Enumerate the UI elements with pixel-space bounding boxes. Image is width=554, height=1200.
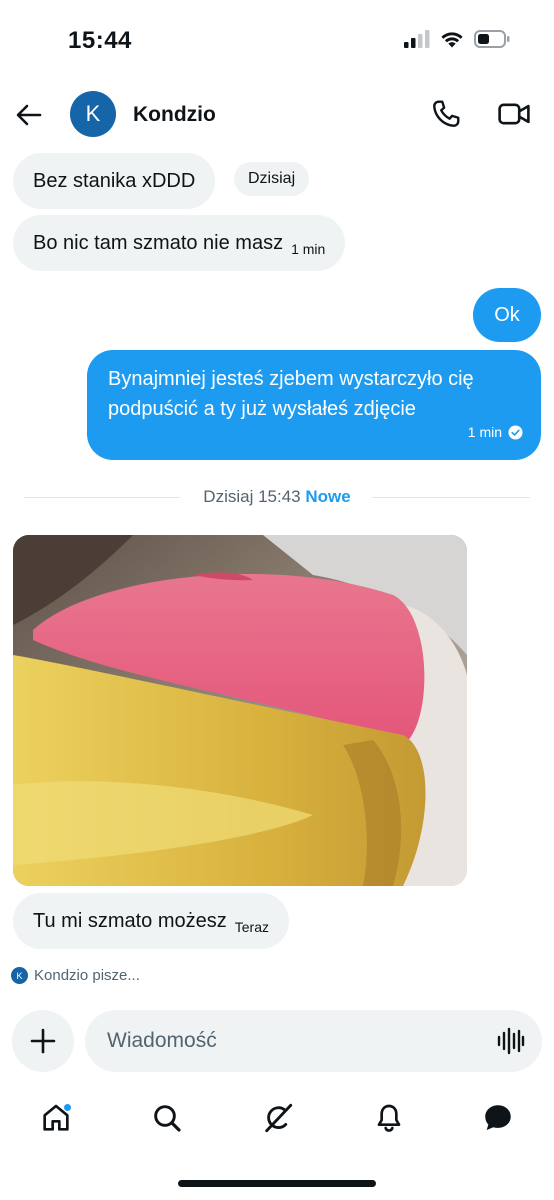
video-call-button[interactable] [497,98,531,130]
message-meta: 1 min [468,417,523,447]
message-text: Bez stanika xDDD [33,169,196,192]
read-receipt-icon [508,424,523,440]
message-time: Teraz [234,919,269,935]
incoming-message[interactable]: Tu mi szmato możesz Teraz [13,893,289,949]
typing-text: Kondzio pisze... [34,967,140,984]
message-text-line: podpuścić a ty już wysłałeś zdjęcie [108,398,416,420]
divider-new-label: Nowe [305,487,351,506]
photo-image [13,535,467,886]
home-notification-dot [63,1103,72,1112]
divider-date: Dzisiaj 15:43 [203,487,301,506]
search-icon [154,1105,181,1132]
message-input[interactable] [85,1010,542,1072]
arrow-left-icon [16,104,42,126]
wifi-icon [441,32,463,48]
status-bar: 15:44 [0,0,554,80]
message-time: 1 min [467,424,502,440]
tab-search[interactable] [149,1100,185,1136]
incoming-message[interactable]: Bo nic tam szmato nie masz 1 min [13,215,346,271]
audio-waveform-icon [497,1027,525,1055]
contact-name[interactable]: Kondzio [133,103,216,127]
date-badge: Dzisiaj [234,162,310,196]
conversation-header: K Kondzio [0,80,554,150]
battery-icon [474,30,510,48]
video-camera-icon [498,103,530,125]
cellular-signal-icon [404,30,430,48]
message-text: Bo nic tam szmato nie masz [33,231,284,254]
tab-grok[interactable] [260,1100,296,1136]
grok-icon [265,1103,293,1133]
home-indicator[interactable] [178,1180,376,1187]
voice-message-button[interactable] [497,1026,525,1056]
tab-notifications[interactable] [371,1100,407,1136]
status-icons [404,30,510,48]
incoming-message[interactable]: Bez stanika xDDD [13,153,216,209]
typing-indicator: K Kondzio pisze... [11,967,140,984]
status-time: 15:44 [68,27,132,54]
call-button[interactable] [430,98,462,130]
tab-home[interactable] [38,1100,74,1136]
divider-line-right [372,497,530,498]
add-attachment-button[interactable] [12,1010,74,1072]
bottom-tab-bar [0,1092,554,1144]
message-text: Ok [494,303,520,326]
back-button[interactable] [14,100,44,130]
typing-avatar: K [11,967,28,984]
notifications-icon [377,1104,401,1132]
contact-avatar[interactable]: K [70,91,116,137]
messages-icon [485,1105,511,1131]
outgoing-message[interactable]: Bynajmniej jesteś zjebem wystarczyło cię… [87,350,541,460]
plus-icon [30,1028,56,1054]
outgoing-message[interactable]: Ok [473,288,541,342]
message-text: Tu mi szmato możesz [33,909,227,932]
message-text-line: Bynajmniej jesteś zjebem wystarczyło cię [108,368,474,390]
tab-messages[interactable] [480,1100,516,1136]
image-message[interactable] [13,535,467,886]
phone-icon [433,100,460,127]
message-time: 1 min [291,241,326,257]
